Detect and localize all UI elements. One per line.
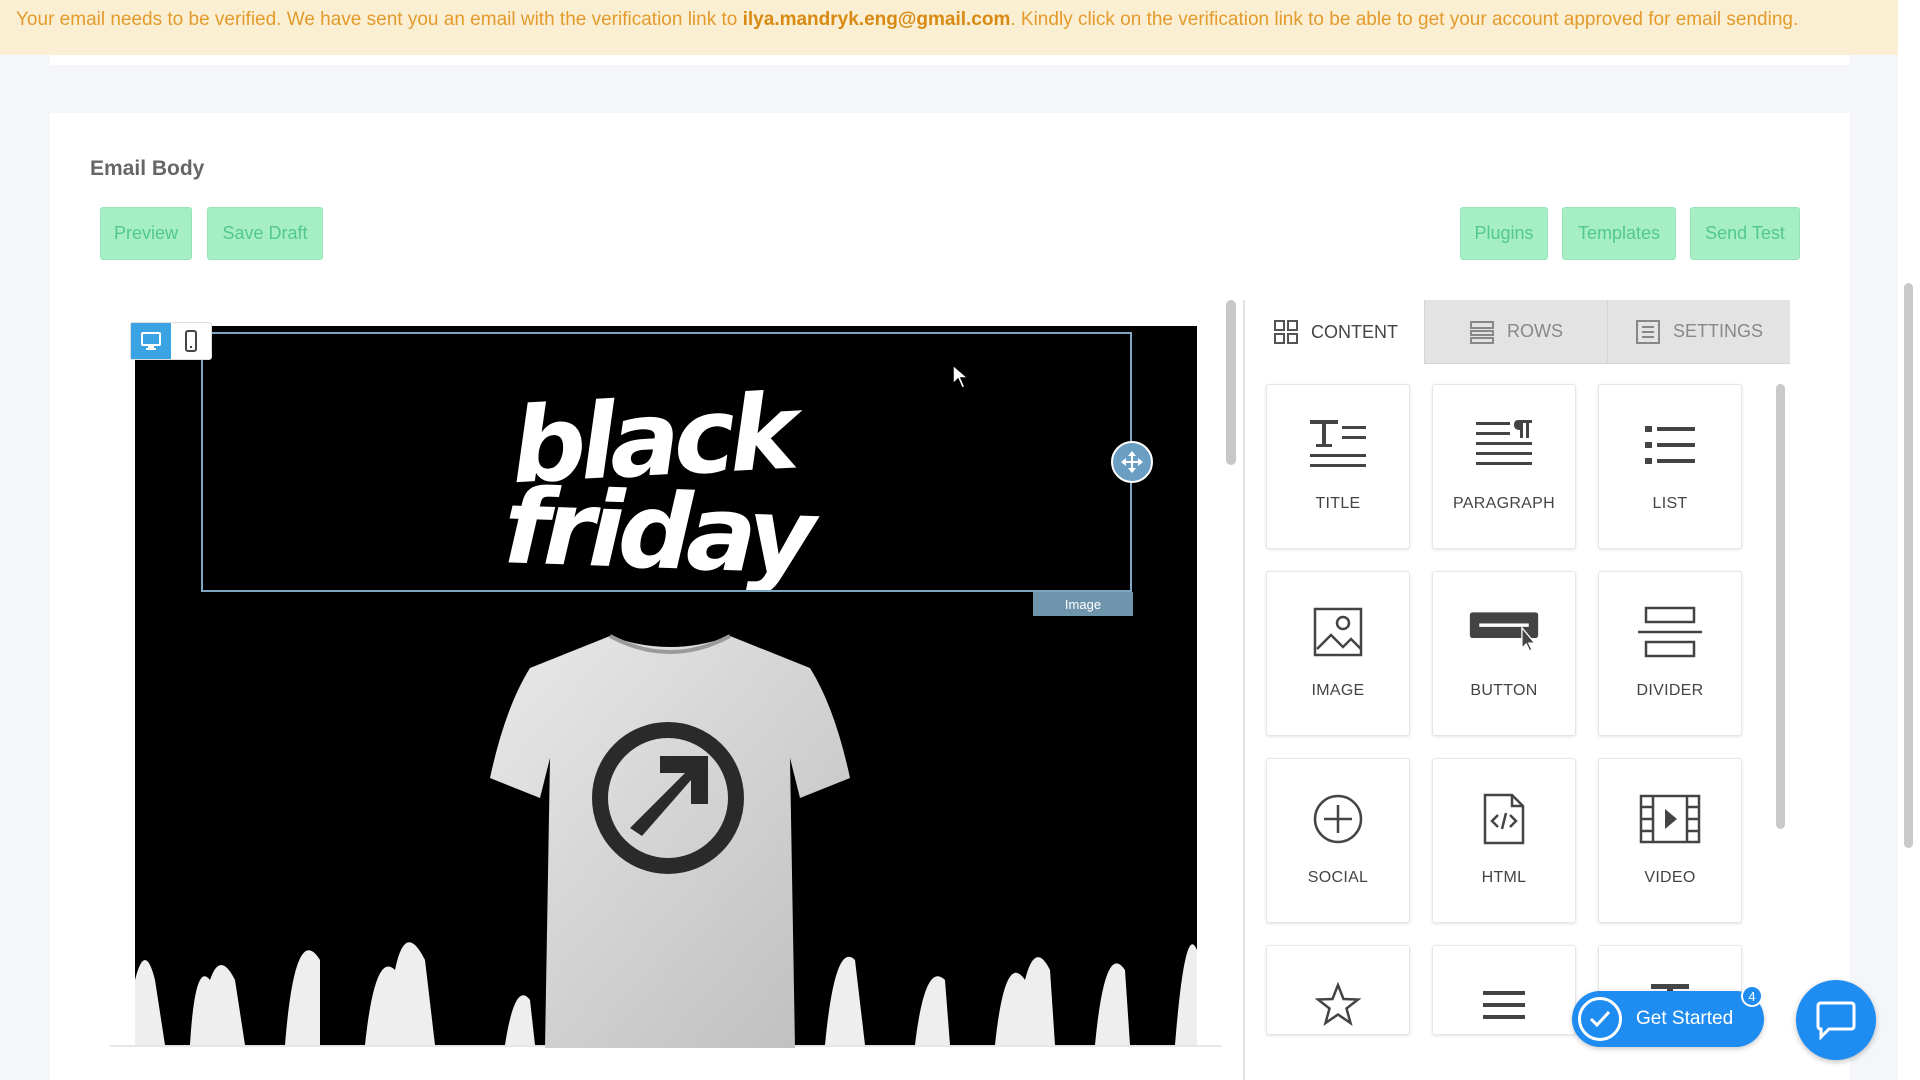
tile-divider-label: DIVIDER (1636, 682, 1704, 699)
tile-image[interactable]: IMAGE (1266, 571, 1410, 736)
tab-content[interactable]: CONTENT (1247, 300, 1424, 364)
get-started-button[interactable]: Get Started (1572, 991, 1764, 1047)
settings-list-icon (1635, 319, 1660, 344)
mobile-view-button[interactable] (171, 323, 211, 359)
email-body-title: Email Body (90, 157, 205, 180)
desktop-icon (141, 332, 161, 350)
paragraph-icon (1476, 420, 1532, 465)
checkmark-icon (1578, 997, 1622, 1041)
menu-icon (1483, 991, 1525, 1019)
preview-button[interactable]: Preview (100, 207, 192, 260)
tile-image-label: IMAGE (1311, 682, 1365, 699)
banner-email: ilya.mandryk.eng@gmail.com (742, 9, 1011, 30)
block-type-tag: Image (1033, 592, 1133, 616)
drip-decoration (135, 942, 1197, 1045)
tile-button[interactable]: BUTTON (1432, 571, 1576, 736)
device-toggle (130, 322, 212, 360)
plugins-button[interactable]: Plugins (1460, 207, 1548, 260)
tile-social[interactable]: SOCIAL (1266, 758, 1410, 923)
tile-title[interactable]: TITLE (1266, 384, 1410, 549)
mouse-cursor-icon (952, 364, 970, 389)
divider-icon (1638, 606, 1702, 658)
mobile-icon (185, 330, 197, 352)
templates-button[interactable]: Templates (1562, 207, 1676, 260)
tile-social-label: SOCIAL (1307, 869, 1369, 886)
tile-button-label: BUTTON (1470, 682, 1538, 699)
panel-tabs: CONTENT ROWS SETTINGS (1247, 300, 1790, 364)
grid-icon (1274, 320, 1298, 344)
tile-title-label: TITLE (1315, 495, 1361, 512)
tab-rows-label: ROWS (1507, 321, 1563, 341)
panel-scrollbar[interactable] (1776, 384, 1785, 829)
social-icon (1313, 794, 1363, 844)
save-draft-button[interactable]: Save Draft (207, 207, 323, 260)
button-icon (1469, 612, 1539, 652)
tile-video[interactable]: VIDEO (1598, 758, 1742, 923)
tile-paragraph-label: PARAGRAPH (1453, 495, 1555, 512)
list-icon (1645, 426, 1695, 464)
html-icon (1483, 793, 1525, 845)
tile-divider[interactable]: DIVIDER (1598, 571, 1742, 736)
banner-text-before: Your email needs to be verified. We have… (16, 9, 743, 30)
send-test-button[interactable]: Send Test (1690, 207, 1800, 260)
image-icon (1313, 607, 1363, 657)
tile-rating[interactable] (1266, 945, 1410, 1035)
tab-settings[interactable]: SETTINGS (1607, 300, 1790, 364)
rows-icon (1470, 320, 1494, 344)
top-strip (50, 55, 1850, 65)
tab-settings-label: SETTINGS (1672, 321, 1763, 341)
tile-menu[interactable] (1432, 945, 1576, 1035)
verification-banner: Your email needs to be verified. We have… (0, 0, 1898, 55)
chat-bubble-icon (1816, 1001, 1856, 1040)
tile-paragraph[interactable]: PARAGRAPH (1432, 384, 1576, 549)
video-icon (1639, 794, 1701, 844)
tile-video-label: VIDEO (1644, 869, 1696, 886)
notification-badge: 4 (1741, 985, 1763, 1007)
move-icon (1121, 451, 1143, 473)
move-handle[interactable] (1111, 441, 1153, 483)
tile-html-label: HTML (1481, 869, 1527, 886)
chat-launcher[interactable] (1796, 980, 1876, 1060)
desktop-view-button[interactable] (131, 323, 171, 359)
get-started-label: Get Started (1636, 1008, 1734, 1029)
page-scrollbar[interactable] (1904, 283, 1913, 848)
banner-text-after: . Kindly click on the verification link … (1010, 9, 1799, 30)
tile-list-label: LIST (1652, 495, 1688, 512)
tile-html[interactable]: HTML (1432, 758, 1576, 923)
selected-image-block[interactable] (201, 332, 1132, 592)
star-icon (1315, 982, 1361, 1026)
tab-rows[interactable]: ROWS (1424, 300, 1607, 364)
canvas-scrollbar[interactable] (1226, 300, 1236, 465)
tile-list[interactable]: LIST (1598, 384, 1742, 549)
tab-content-label: CONTENT (1311, 321, 1398, 342)
title-icon (1310, 420, 1366, 467)
